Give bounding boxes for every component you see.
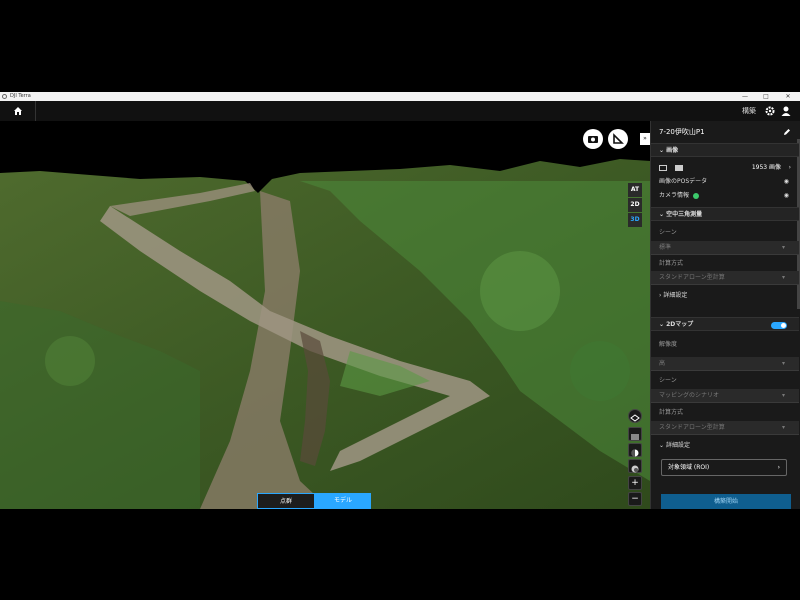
zoom-in-button[interactable]: + [628,476,642,490]
view-mode-2d[interactable]: 2D [628,198,642,212]
map2d-section-title: 2Dマップ [666,321,694,328]
camera-info-label: カメラ情報 [659,192,690,199]
layers-button[interactable] [628,409,642,423]
home-icon [14,107,22,115]
advanced-settings-label: 詳細設定 [663,292,688,299]
grid-icon [631,434,639,440]
app-logo-icon [2,94,7,99]
dropdown-arrow-icon: ▾ [781,360,785,367]
chevron-right-icon: › [777,464,780,471]
calc-method-select[interactable]: スタンドアローン型計算 ▾ [651,271,799,285]
user-icon[interactable] [780,105,792,117]
maximize-button[interactable]: □ [756,92,776,101]
calc2-value: スタンドアローン型計算 [659,424,725,431]
collapse-panel-button[interactable]: » [640,133,650,145]
build-label[interactable]: 構築 [742,106,756,116]
sphere-icon [631,465,639,473]
images-section-header[interactable]: ⌄ 画像 [651,143,799,157]
view-mode-3d[interactable]: 3D [628,213,642,227]
mission-title-row: 7-20伊吹山P1 [651,123,799,141]
dropdown-arrow-icon: ▾ [781,392,785,399]
tab-point-cloud[interactable]: 点群 [257,493,315,509]
model-viewport[interactable]: » AT 2D 3D + − 点群 モデル [0,121,650,509]
pos-data-row[interactable]: 画像のPOSデータ ◉ [651,175,799,189]
tab-model[interactable]: モデル [315,493,371,509]
map2d-section-header[interactable]: ⌄ 2Dマップ [651,317,799,331]
aerial-triangulation-title: 空中三角測量 [666,211,703,218]
dropdown-arrow-icon: ▾ [781,424,785,431]
image-count-row[interactable]: 1953 画像 › [651,161,799,175]
measure-button[interactable] [608,129,628,149]
calc2-label: 計算方式 [659,409,684,416]
map2d-toggle[interactable] [771,322,787,329]
start-build-button[interactable]: 構築開始 [661,494,791,509]
app-window: DJI Terra — □ ✕ 構築 » AT 2D 3D + − 点群 モデル… [0,92,800,509]
chevron-right-icon: › [788,164,791,171]
dropdown-arrow-icon: ▾ [781,274,785,281]
mission-name: 7-20伊吹山P1 [659,128,705,136]
minimize-button[interactable]: — [735,92,755,101]
roi-button[interactable]: 対象領域 (ROI) › [661,459,787,476]
scene2-select[interactable]: マッピングのシナリオ ▾ [651,389,799,403]
image-icon [659,164,667,171]
image-count: 1953 画像 [751,164,781,171]
calc-method-label: 計算方式 [659,260,684,267]
terrain-model [0,159,650,509]
eye-icon[interactable]: ◉ [784,189,789,203]
app-title: DJI Terra [10,93,31,99]
scene-select[interactable]: 標準 ▾ [651,241,799,255]
chevron-down-icon: ⌄ [659,442,666,449]
eye-icon[interactable]: ◉ [784,175,789,189]
camera-icon [588,136,598,143]
render-mode-tabs: 点群 モデル [257,493,371,509]
scene2-value: マッピングのシナリオ [659,392,720,399]
camera-info-row[interactable]: カメラ情報 ◉ [651,189,799,203]
angle-ruler-icon [613,133,624,144]
images-section-title: 画像 [666,147,679,154]
settings-panel: 7-20伊吹山P1 ⌄ 画像 1953 画像 › 画像のPOSデータ ◉ カメラ… [650,121,800,509]
advanced-settings-toggle[interactable]: › 詳細設定 [651,289,799,303]
texture-toggle-button[interactable] [628,427,642,441]
edit-pencil-icon[interactable] [783,128,791,136]
advanced2-label: 詳細設定 [665,442,690,449]
dropdown-arrow-icon: ▾ [781,244,785,251]
scene2-label: シーン [659,377,677,384]
title-bar: DJI Terra — □ ✕ [0,92,800,101]
roi-label: 対象領域 (ROI) [668,464,710,471]
folder-icon [674,164,683,171]
layers-icon [630,414,640,422]
camera-capture-button[interactable] [583,129,603,149]
top-bar: 構築 [0,101,800,121]
lighting-button[interactable] [628,459,642,473]
resolution-select[interactable]: 高 ▾ [651,357,799,371]
home-button[interactable] [0,101,36,121]
shading-button[interactable] [628,443,642,457]
resolution-label: 解像度 [659,341,678,348]
scene-label: シーン [659,229,677,236]
view-mode-at[interactable]: AT [628,183,642,197]
zoom-out-button[interactable]: − [628,492,642,506]
calc-method-value: スタンドアローン型計算 [659,274,725,281]
gear-icon[interactable] [764,105,776,117]
close-button[interactable]: ✕ [778,92,798,101]
check-ok-icon [692,192,699,199]
advanced2-toggle[interactable]: ⌄ 詳細設定 [651,439,799,453]
double-chevron-icon: » [643,135,647,142]
pos-data-label: 画像のPOSデータ [659,178,708,185]
half-circle-icon [631,449,639,457]
calc2-select[interactable]: スタンドアローン型計算 ▾ [651,421,799,435]
resolution-value: 高 [659,360,666,367]
aerial-triangulation-header[interactable]: ⌄ 空中三角測量 [651,207,799,221]
scene-value: 標準 [659,244,672,251]
